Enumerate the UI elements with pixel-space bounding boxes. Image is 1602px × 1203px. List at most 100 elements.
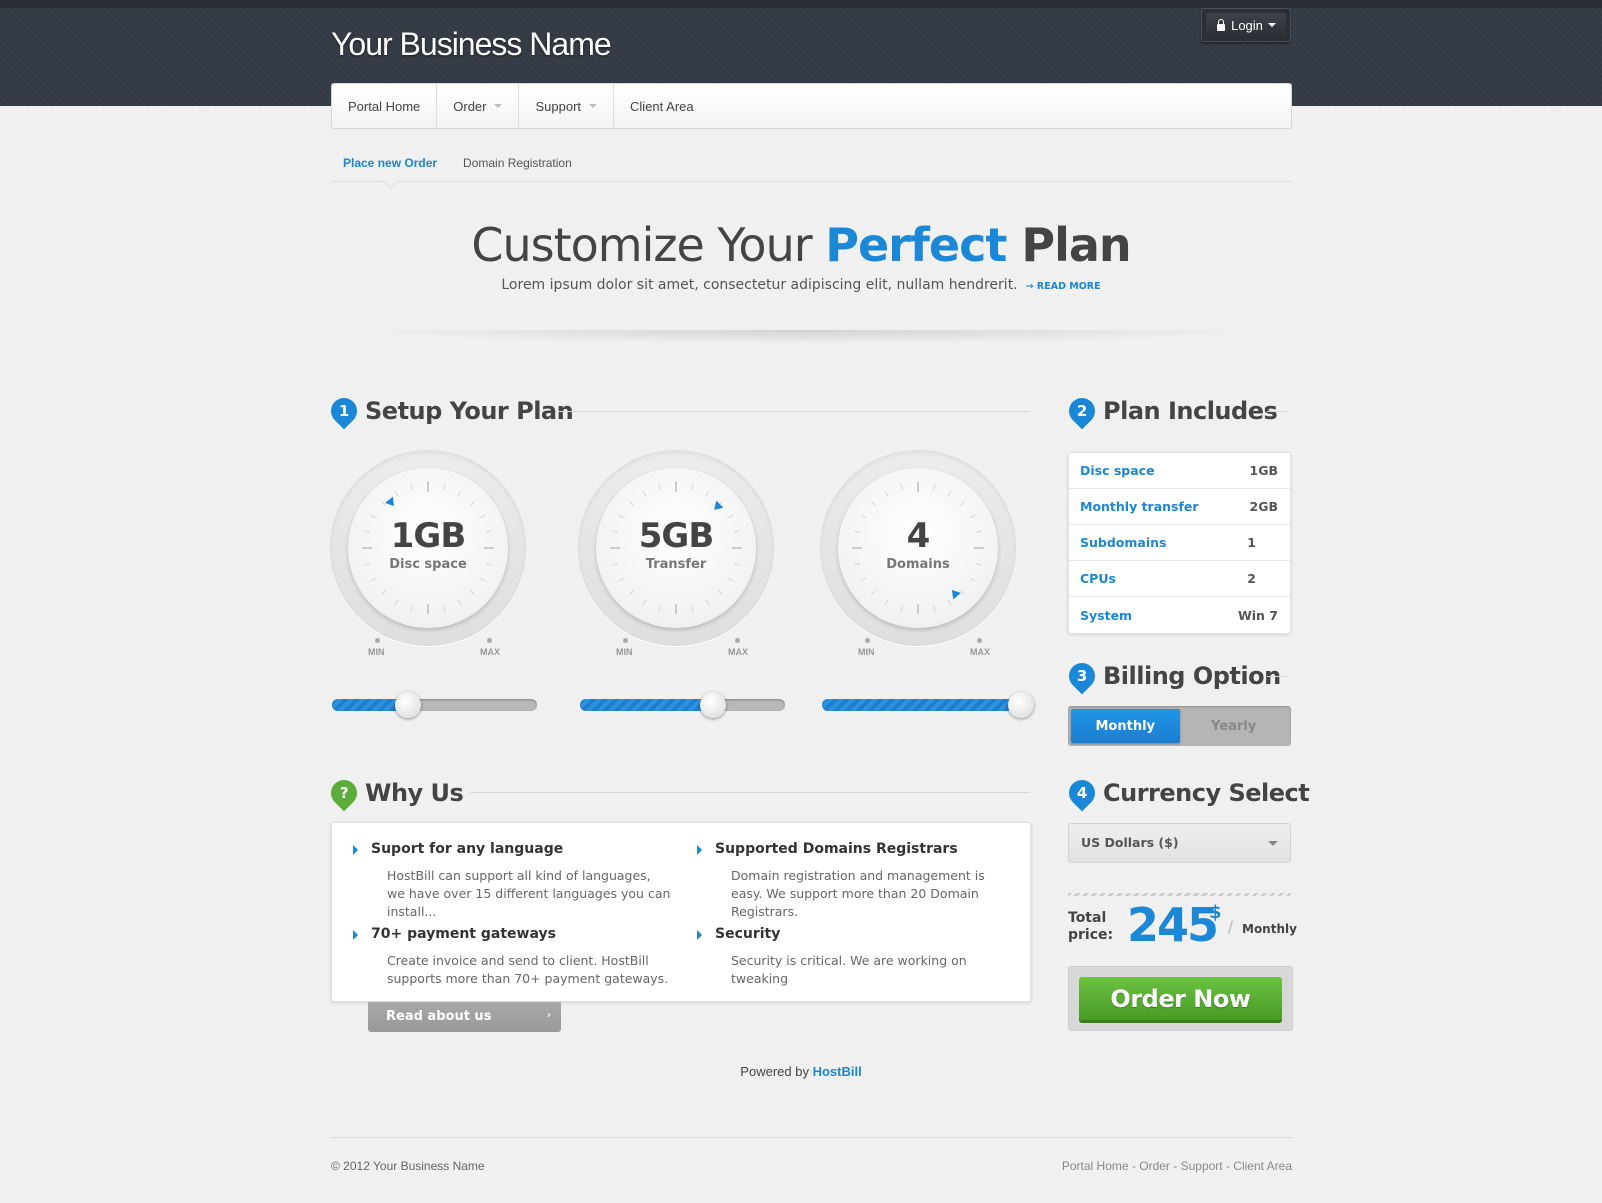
- gauge-dial: 4 Domains: [820, 450, 1016, 646]
- gauge-tick: [691, 605, 694, 612]
- gauge-tick: [870, 590, 876, 596]
- table-row: CPUs 2: [1069, 561, 1290, 597]
- step-number: 1: [338, 402, 350, 420]
- row-value: 1GB: [1249, 463, 1279, 478]
- total-label-line: price:: [1068, 927, 1114, 943]
- gauge-tick: [394, 490, 399, 497]
- nav-label: Support: [535, 98, 582, 114]
- price-separator: /: [1228, 918, 1234, 938]
- gauge-value: 5GB: [638, 516, 714, 556]
- total-price-amount: 245: [1127, 898, 1219, 952]
- gauge-tick: [394, 599, 399, 606]
- row-key: Subdomains: [1080, 535, 1167, 550]
- footer-link-client-area[interactable]: Client Area: [1233, 1159, 1292, 1173]
- slider-fill: [822, 699, 1021, 711]
- gauge-tick: [370, 577, 377, 582]
- nav-item-support[interactable]: Support: [519, 84, 615, 128]
- tab-domain-registration[interactable]: Domain Registration: [463, 150, 572, 181]
- footer-link-support[interactable]: Support: [1181, 1159, 1223, 1173]
- table-row: Disc space 1GB: [1069, 453, 1290, 489]
- billing-yearly-button[interactable]: Yearly: [1180, 709, 1289, 743]
- step-3-marker-icon: 3: [1063, 657, 1101, 695]
- question-marker-icon: ?: [325, 774, 363, 812]
- why-item: Supported Domains Registrars Domain regi…: [695, 841, 1015, 921]
- row-value: 1: [1247, 535, 1256, 550]
- hero-title-part: Plan: [1006, 218, 1131, 272]
- gauge-tick: [658, 484, 661, 491]
- table-row: Subdomains 1: [1069, 525, 1290, 561]
- nav-item-order[interactable]: Order: [437, 84, 520, 128]
- hostbill-link[interactable]: HostBill: [813, 1064, 862, 1079]
- step-2-marker-icon: 2: [1063, 392, 1101, 430]
- billing-toggle: Monthly Yearly: [1068, 706, 1291, 746]
- currency-select-heading: 4 Currency Select: [1063, 774, 1310, 812]
- gauge-pointer-icon: [951, 589, 961, 600]
- powered-by: Powered by HostBill: [0, 1064, 1602, 1079]
- footer-link-portal-home[interactable]: Portal Home: [1062, 1159, 1129, 1173]
- tab-place-new-order[interactable]: Place new Order: [343, 150, 437, 181]
- why-item: 70+ payment gateways Create invoice and …: [351, 926, 671, 988]
- section-title: Currency Select: [1103, 779, 1310, 807]
- gauge-pointer-icon: [385, 496, 395, 507]
- section-divider: [556, 411, 1030, 412]
- read-about-us-label: Read about us: [386, 1009, 492, 1024]
- chevron-down-icon: [1268, 841, 1278, 846]
- gauge-tick: [443, 484, 446, 491]
- read-about-us-button[interactable]: Read about us ›: [368, 1002, 561, 1032]
- table-row: Monthly transfer 2GB: [1069, 489, 1290, 525]
- nav-item-portal-home[interactable]: Portal Home: [332, 84, 438, 128]
- gauge-label: Domains: [886, 557, 950, 572]
- gauge-tick: [642, 490, 647, 497]
- max-marker-dot: [977, 638, 982, 643]
- gauge-tick: [691, 484, 694, 491]
- brand-name[interactable]: Your Business Name: [331, 26, 612, 63]
- gauge-dial: 1GB Disc space: [330, 450, 526, 646]
- gauge-tick: [642, 599, 647, 606]
- order-now-button[interactable]: Order Now: [1079, 977, 1282, 1020]
- gauge-tick: [410, 484, 413, 491]
- slider-handle[interactable]: [394, 692, 421, 718]
- lock-icon: [1216, 19, 1226, 31]
- footer-divider: [331, 1137, 1292, 1138]
- billing-period: Monthly: [1242, 922, 1297, 936]
- footer-link-order[interactable]: Order: [1139, 1159, 1170, 1173]
- login-button[interactable]: Login: [1201, 8, 1291, 42]
- gauge-tick: [900, 484, 903, 491]
- step-1-marker-icon: 1: [325, 392, 363, 430]
- section-title: Why Us: [365, 779, 464, 807]
- slider-handle[interactable]: [1007, 692, 1034, 718]
- gauge-tick: [900, 605, 903, 612]
- why-item-text: Create invoice and send to client. HostB…: [387, 953, 669, 986]
- why-item: Suport for any language HostBill can sup…: [351, 841, 671, 921]
- why-item-text: HostBill can support all kind of languag…: [387, 868, 671, 919]
- hero-title: Customize Your Perfect Plan: [0, 218, 1602, 272]
- why-item: Security Security is critical. We are wo…: [695, 926, 1015, 988]
- plan-slider[interactable]: [332, 692, 537, 718]
- divider-shadow: [341, 330, 1271, 344]
- row-key: System: [1080, 607, 1133, 623]
- powered-by-text: Powered by: [740, 1064, 809, 1079]
- max-marker-dot: [735, 638, 740, 643]
- nav-item-client-area[interactable]: Client Area: [614, 84, 710, 128]
- setup-plan-heading: 1 Setup Your Plan: [325, 392, 574, 430]
- currency-select[interactable]: US Dollars ($): [1068, 823, 1291, 863]
- plan-slider[interactable]: [580, 692, 785, 718]
- min-marker-dot: [865, 638, 870, 643]
- gauge-tick: [380, 500, 386, 506]
- slider-handle[interactable]: [700, 692, 727, 718]
- gauge-tick: [380, 590, 386, 596]
- why-us-heading: ? Why Us: [325, 774, 464, 812]
- read-more-label: READ MORE: [1036, 281, 1101, 292]
- gauge-tick: [933, 484, 936, 491]
- gauge-tick: [969, 577, 976, 582]
- gauge-tick: [457, 490, 462, 497]
- nav-label: Order: [453, 98, 487, 114]
- billing-monthly-button[interactable]: Monthly: [1071, 709, 1180, 743]
- read-more-link[interactable]: → READ MORE: [1026, 281, 1101, 292]
- section-divider: [1267, 676, 1289, 677]
- section-title: Setup Your Plan: [365, 397, 574, 425]
- why-item-text: Domain registration and management is ea…: [731, 868, 985, 919]
- plan-slider[interactable]: [822, 692, 1034, 718]
- gauge-tick: [705, 599, 710, 606]
- why-item-text: Security is critical. We are working on …: [731, 953, 967, 986]
